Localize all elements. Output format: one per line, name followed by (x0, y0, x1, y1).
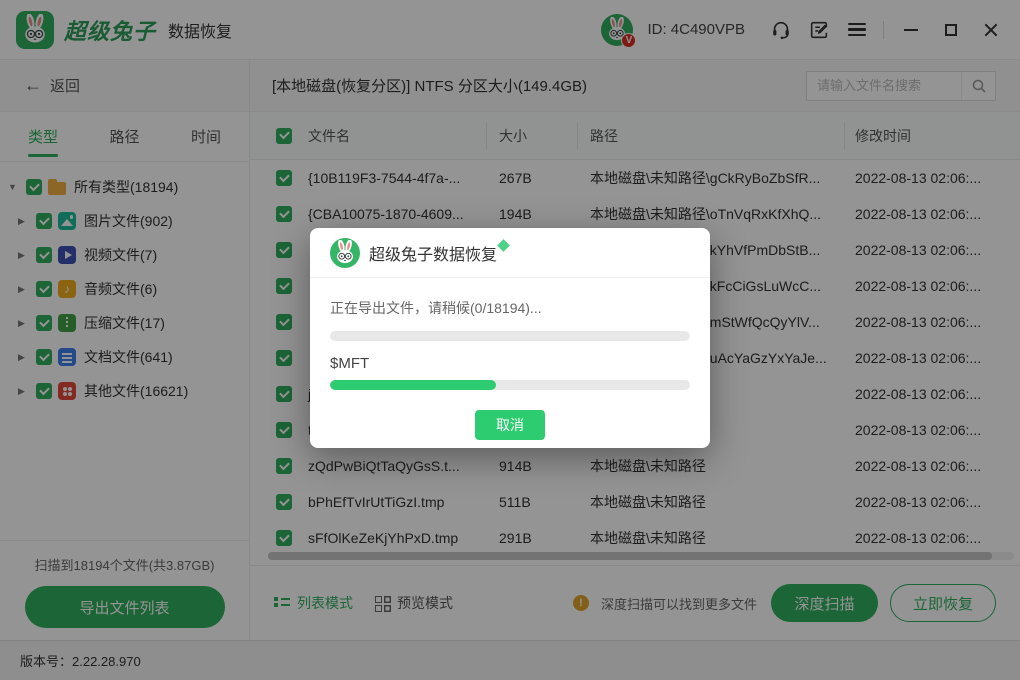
rabbit-logo-icon (330, 238, 360, 268)
overall-progress-bar (330, 331, 690, 341)
app-window: 超级兔子 数据恢复 V ID: 4C490VPB (0, 0, 1020, 680)
current-file-label: $MFT (330, 355, 690, 372)
dialog-body: 正在导出文件，请稍候(0/18194)... $MFT 取消 (310, 278, 710, 440)
dialog-header: 超级兔子数据恢复 (310, 228, 710, 278)
file-progress-bar (330, 380, 690, 390)
dialog-title: 超级兔子数据恢复 (369, 241, 497, 265)
file-progress-fill (330, 380, 496, 390)
export-status-text: 正在导出文件，请稍候(0/18194)... (330, 298, 690, 318)
sparkle-diamond-icon (497, 239, 510, 252)
export-progress-dialog: 超级兔子数据恢复 正在导出文件，请稍候(0/18194)... $MFT 取消 (310, 228, 710, 448)
cancel-button[interactable]: 取消 (475, 410, 545, 440)
